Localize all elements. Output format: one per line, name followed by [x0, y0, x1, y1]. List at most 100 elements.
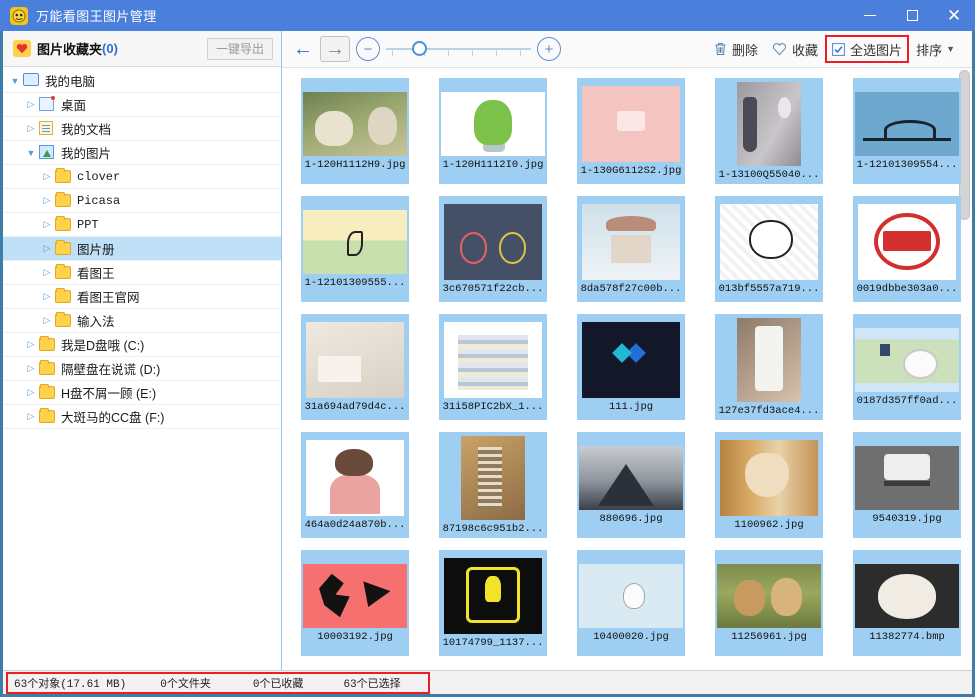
- thumbnail-cell[interactable]: 464a0d24a870b...: [286, 426, 424, 544]
- tree-item[interactable]: ▷PPT: [3, 213, 281, 237]
- thumbnail-cell[interactable]: 8da578f27c00b...: [562, 190, 700, 308]
- thumbnail-cell[interactable]: 1-130G6112S2.jpg: [562, 72, 700, 190]
- zoom-in-button[interactable]: +: [537, 37, 561, 61]
- thumbnail-image[interactable]: [737, 318, 801, 402]
- tree-item[interactable]: ▼我的图片: [3, 141, 281, 165]
- tree-item[interactable]: ▷大斑马的CC盘 (F:): [3, 405, 281, 429]
- thumbnail-cell[interactable]: 127e37fd3ace4...: [700, 308, 838, 426]
- close-button[interactable]: ✕: [933, 0, 975, 31]
- thumbnail-image[interactable]: [858, 204, 956, 280]
- chevron-right-icon[interactable]: ▷: [39, 243, 55, 254]
- chevron-right-icon[interactable]: ▷: [39, 291, 55, 302]
- thumbnail-image[interactable]: [461, 436, 525, 520]
- thumbnail-cell[interactable]: 31a694ad79d4c...: [286, 308, 424, 426]
- thumbnail-cell[interactable]: 1-12101309555...: [286, 190, 424, 308]
- thumbnail-image[interactable]: [855, 446, 959, 510]
- favorite-button[interactable]: 收藏: [765, 36, 825, 62]
- thumbnail-image[interactable]: [303, 564, 407, 628]
- chevron-right-icon[interactable]: ▷: [39, 219, 55, 230]
- forward-button[interactable]: →: [320, 36, 350, 62]
- chevron-down-icon[interactable]: ▼: [23, 148, 39, 158]
- chevron-right-icon[interactable]: ▷: [23, 363, 39, 374]
- chevron-right-icon[interactable]: ▷: [23, 387, 39, 398]
- thumbnail-image[interactable]: [306, 322, 404, 398]
- thumbnail-image[interactable]: [737, 82, 801, 166]
- chevron-down-icon[interactable]: ▼: [7, 76, 23, 86]
- chevron-right-icon[interactable]: ▷: [23, 123, 39, 134]
- tree-item[interactable]: ▷看图王官网: [3, 285, 281, 309]
- tree-item[interactable]: ▷Picasa: [3, 189, 281, 213]
- export-button[interactable]: 一键导出: [207, 38, 273, 60]
- zoom-out-button[interactable]: −: [356, 37, 380, 61]
- app-window: 万能看图王图片管理 ✕ 图片收藏夹 (0) 一键导出 ▼我的电脑▷桌面▷我的文档…: [0, 0, 975, 697]
- thumbnail-cell[interactable]: 3c670571f22cb...: [424, 190, 562, 308]
- thumbnail-cell[interactable]: 87198c6c951b2...: [424, 426, 562, 544]
- delete-button[interactable]: 删除: [707, 36, 765, 62]
- tree-item[interactable]: ▷桌面: [3, 93, 281, 117]
- thumbnail-image[interactable]: [855, 564, 959, 628]
- thumbnail-cell[interactable]: 10400020.jpg: [562, 544, 700, 662]
- thumbnail-image[interactable]: [720, 204, 818, 280]
- chevron-right-icon[interactable]: ▷: [39, 267, 55, 278]
- thumbnail-cell[interactable]: 31i58PIC2bX_1...: [424, 308, 562, 426]
- thumbnail-filename: 1-120H1112H9.jpg: [305, 159, 406, 171]
- thumbnail-image[interactable]: [303, 210, 407, 274]
- thumbnail-image[interactable]: [582, 322, 680, 398]
- tree-item[interactable]: ▼我的电脑: [3, 69, 281, 93]
- thumbnail-image[interactable]: [582, 204, 680, 280]
- tree-item[interactable]: ▷clover: [3, 165, 281, 189]
- folder-icon: [55, 313, 72, 328]
- thumbnail-cell[interactable]: 111.jpg: [562, 308, 700, 426]
- thumbnail-cell[interactable]: 880696.jpg: [562, 426, 700, 544]
- thumbnail-cell[interactable]: 9540319.jpg: [838, 426, 972, 544]
- thumbnail-image[interactable]: [582, 86, 680, 162]
- chevron-right-icon[interactable]: ▷: [39, 171, 55, 182]
- tree-item[interactable]: ▷我的文档: [3, 117, 281, 141]
- tree-item[interactable]: ▷输入法: [3, 309, 281, 333]
- app-logo-icon: [10, 7, 28, 25]
- tree-item[interactable]: ▷隔壁盘在说谎 (D:): [3, 357, 281, 381]
- thumbnail-cell[interactable]: 1-12101309554...: [838, 72, 972, 190]
- thumbnail-image[interactable]: [444, 204, 542, 280]
- chevron-right-icon[interactable]: ▷: [39, 195, 55, 206]
- minimize-button[interactable]: [849, 0, 891, 31]
- thumbnail-image[interactable]: [441, 92, 545, 156]
- thumbnail-cell[interactable]: 0019dbbe303a0...: [838, 190, 972, 308]
- thumbnail-cell[interactable]: 11256961.jpg: [700, 544, 838, 662]
- sort-button[interactable]: 排序 ▼: [909, 36, 962, 62]
- delete-label: 删除: [732, 40, 758, 59]
- thumbnail-image[interactable]: [444, 322, 542, 398]
- thumbnail-cell[interactable]: 1100962.jpg: [700, 426, 838, 544]
- tree-item[interactable]: ▷图片册: [3, 237, 281, 261]
- thumbnail-image[interactable]: [444, 558, 542, 634]
- tree-item[interactable]: ▷看图王: [3, 261, 281, 285]
- thumbnail-image[interactable]: [306, 440, 404, 516]
- thumbnail-cell[interactable]: 1-13100Q55040...: [700, 72, 838, 190]
- thumbnail-area: 1-120H1112H9.jpg 1-120H1112I0.jpg1-130G61…: [282, 68, 972, 670]
- back-button[interactable]: ←: [288, 36, 318, 62]
- thumbnail-cell[interactable]: 11382774.bmp: [838, 544, 972, 662]
- thumbnail-image[interactable]: [579, 446, 683, 510]
- select-all-button[interactable]: 全选图片: [825, 35, 909, 63]
- chevron-right-icon[interactable]: ▷: [23, 339, 39, 350]
- chevron-right-icon[interactable]: ▷: [23, 99, 39, 110]
- chevron-right-icon[interactable]: ▷: [39, 315, 55, 326]
- thumbnail-cell[interactable]: 0187d357ff0ad...: [838, 308, 972, 426]
- zoom-slider[interactable]: [386, 37, 531, 61]
- thumbnail-cell[interactable]: 10003192.jpg: [286, 544, 424, 662]
- maximize-button[interactable]: [891, 0, 933, 31]
- chevron-right-icon[interactable]: ▷: [23, 411, 39, 422]
- thumbnail-cell[interactable]: 1-120H1112I0.jpg: [424, 72, 562, 190]
- thumbnail-image[interactable]: [303, 92, 407, 156]
- zoom-slider-knob[interactable]: [412, 41, 427, 56]
- tree-item[interactable]: ▷我是D盘哦 (C:): [3, 333, 281, 357]
- thumbnail-image[interactable]: [855, 92, 959, 156]
- thumbnail-cell[interactable]: 013bf5557a719...: [700, 190, 838, 308]
- thumbnail-image[interactable]: [579, 564, 683, 628]
- thumbnail-cell[interactable]: 1-120H1112H9.jpg: [286, 72, 424, 190]
- thumbnail-image[interactable]: [855, 328, 959, 392]
- thumbnail-image[interactable]: [717, 564, 821, 628]
- thumbnail-image[interactable]: [720, 440, 818, 516]
- tree-item[interactable]: ▷H盘不屑一顾 (E:): [3, 381, 281, 405]
- thumbnail-cell[interactable]: 10174799_1137...: [424, 544, 562, 662]
